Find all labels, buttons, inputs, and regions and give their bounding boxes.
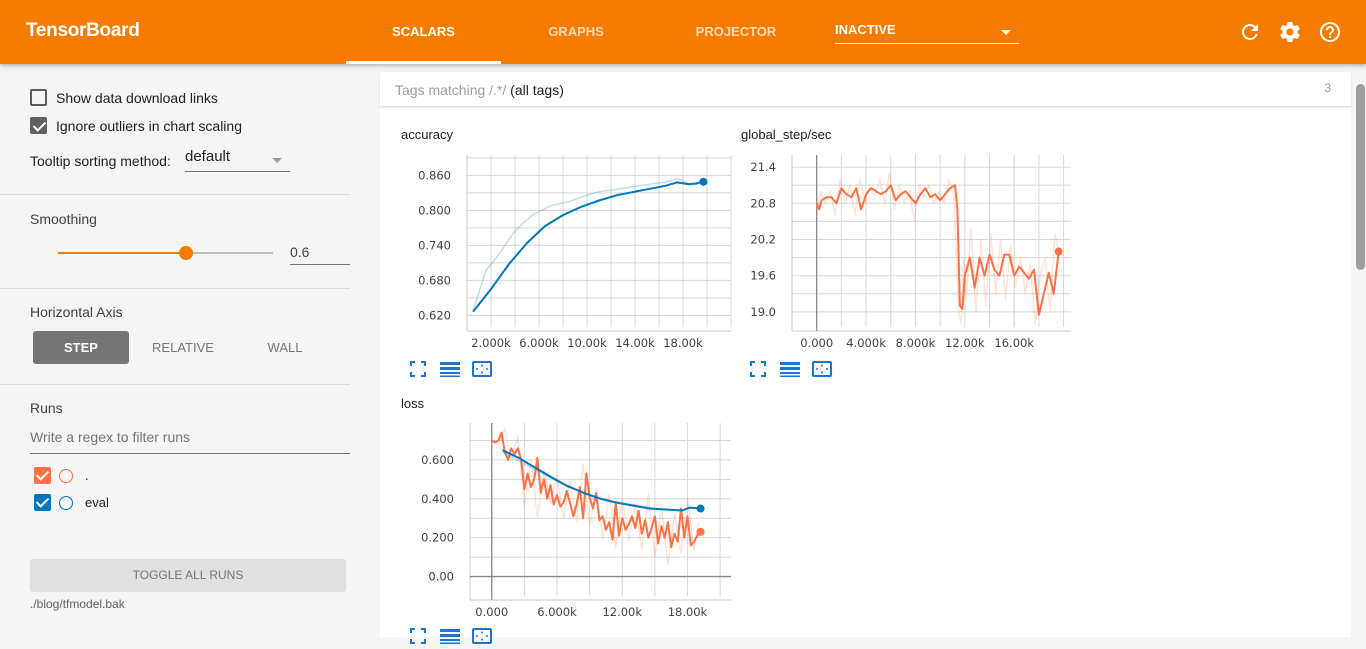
fullscreen-icon[interactable] [410,361,430,379]
refresh-icon[interactable] [1238,20,1262,44]
active-tab-indicator [346,61,501,64]
y-tick-label: 0.00 [428,570,454,584]
fullscreen-icon[interactable] [410,628,430,646]
app-title: TensorBoard [26,20,140,41]
help-icon[interactable] [1318,20,1342,44]
tab-scalars[interactable]: SCALARS [346,24,501,39]
y-tick-label: 0.600 [421,453,454,467]
x-tick-label: 18.00k [668,605,708,619]
x-tick-label: 0.000 [475,605,508,619]
fit-domain-icon[interactable] [812,361,832,379]
fit-domain-icon[interactable] [472,628,492,646]
inactive-dropdown-value: INACTIVE [835,22,896,37]
log-scale-icon[interactable] [440,361,460,379]
x-tick-label: 6.000k [537,605,577,619]
y-tick-label: 0.200 [421,531,454,545]
log-scale-icon[interactable] [440,628,460,646]
series-line [502,449,701,512]
tab-projector[interactable]: PROJECTOR [660,24,812,39]
loss-chart[interactable]: 0.000 6.000k 12.00k 18.00k 0.00 0.200 0.400 0.6… [0,0,1366,637]
series-end-point [696,504,705,513]
caret-down-icon [1001,30,1011,35]
fullscreen-icon[interactable] [750,361,770,379]
x-tick-label: 12.00k [602,605,642,619]
top-app-bar: TensorBoard SCALARS GRAPHS PROJECTOR INA… [0,0,1366,64]
settings-icon[interactable] [1278,20,1302,44]
fit-domain-icon[interactable] [472,361,492,379]
inactive-plugins-dropdown[interactable]: INACTIVE [835,22,1019,44]
tab-graphs[interactable]: GRAPHS [500,24,652,39]
y-tick-label: 0.400 [421,492,454,506]
log-scale-icon[interactable] [780,361,800,379]
series-end-point [696,527,705,536]
